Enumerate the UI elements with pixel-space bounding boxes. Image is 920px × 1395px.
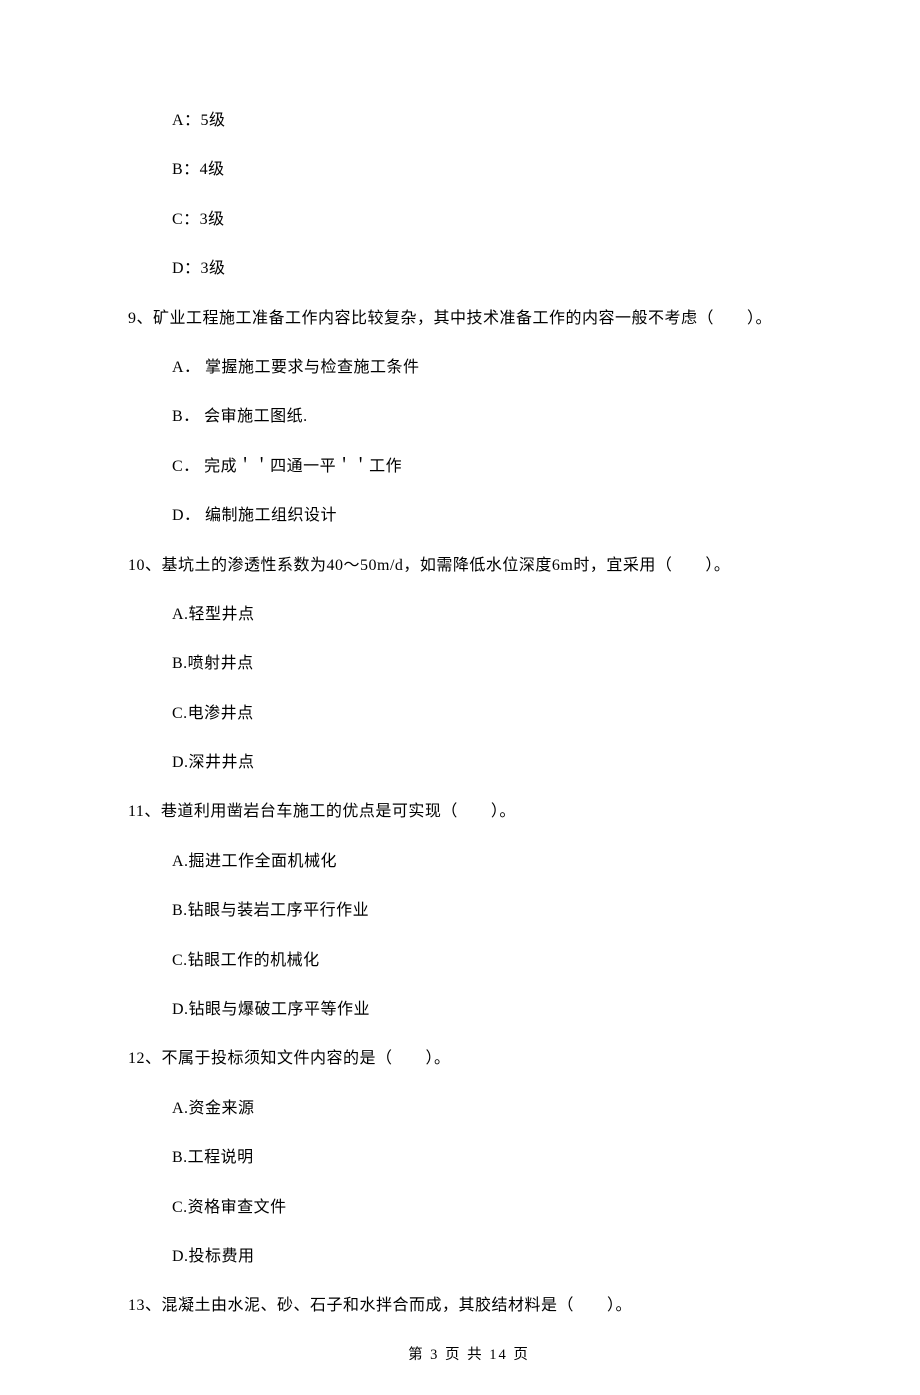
prev-option-d: D：3级: [172, 258, 810, 280]
question-9-stem: 9、矿业工程施工准备工作内容比较复杂，其中技术准备工作的内容一般不考虑（ ）。: [128, 308, 810, 330]
question-9-option-b: B． 会审施工图纸.: [172, 406, 810, 428]
question-10-stem: 10、基坑土的渗透性系数为40～50m/d，如需降低水位深度6m时，宜采用（ ）…: [128, 555, 810, 577]
question-10-option-c: C.电渗井点: [172, 703, 810, 725]
prev-option-c: C：3级: [172, 209, 810, 231]
question-10-option-b: B.喷射井点: [172, 653, 810, 675]
question-11-stem: 11、巷道利用凿岩台车施工的优点是可实现（ ）。: [128, 801, 810, 823]
question-9-option-c: C． 完成＇＇四通一平＇＇工作: [172, 456, 810, 478]
question-12-option-a: A.资金来源: [172, 1098, 810, 1120]
question-12-option-b: B.工程说明: [172, 1147, 810, 1169]
question-11-option-d: D.钻眼与爆破工序平等作业: [172, 999, 810, 1021]
prev-option-b: B：4级: [172, 159, 810, 181]
question-12-option-c: C.资格审查文件: [172, 1197, 810, 1219]
question-12-option-d: D.投标费用: [172, 1246, 810, 1268]
question-10-option-d: D.深井井点: [172, 752, 810, 774]
page-footer: 第 3 页 共 14 页: [128, 1345, 810, 1365]
question-11-option-a: A.掘进工作全面机械化: [172, 851, 810, 873]
question-9-option-d: D． 编制施工组织设计: [172, 505, 810, 527]
question-12-stem: 12、不属于投标须知文件内容的是（ ）。: [128, 1048, 810, 1070]
question-13-stem: 13、混凝土由水泥、砂、石子和水拌合而成，其胶结材料是（ ）。: [128, 1295, 810, 1317]
prev-option-a: A：5级: [172, 110, 810, 132]
question-11-option-c: C.钻眼工作的机械化: [172, 950, 810, 972]
question-11-option-b: B.钻眼与装岩工序平行作业: [172, 900, 810, 922]
question-10-option-a: A.轻型井点: [172, 604, 810, 626]
question-9-option-a: A． 掌握施工要求与检查施工条件: [172, 357, 810, 379]
